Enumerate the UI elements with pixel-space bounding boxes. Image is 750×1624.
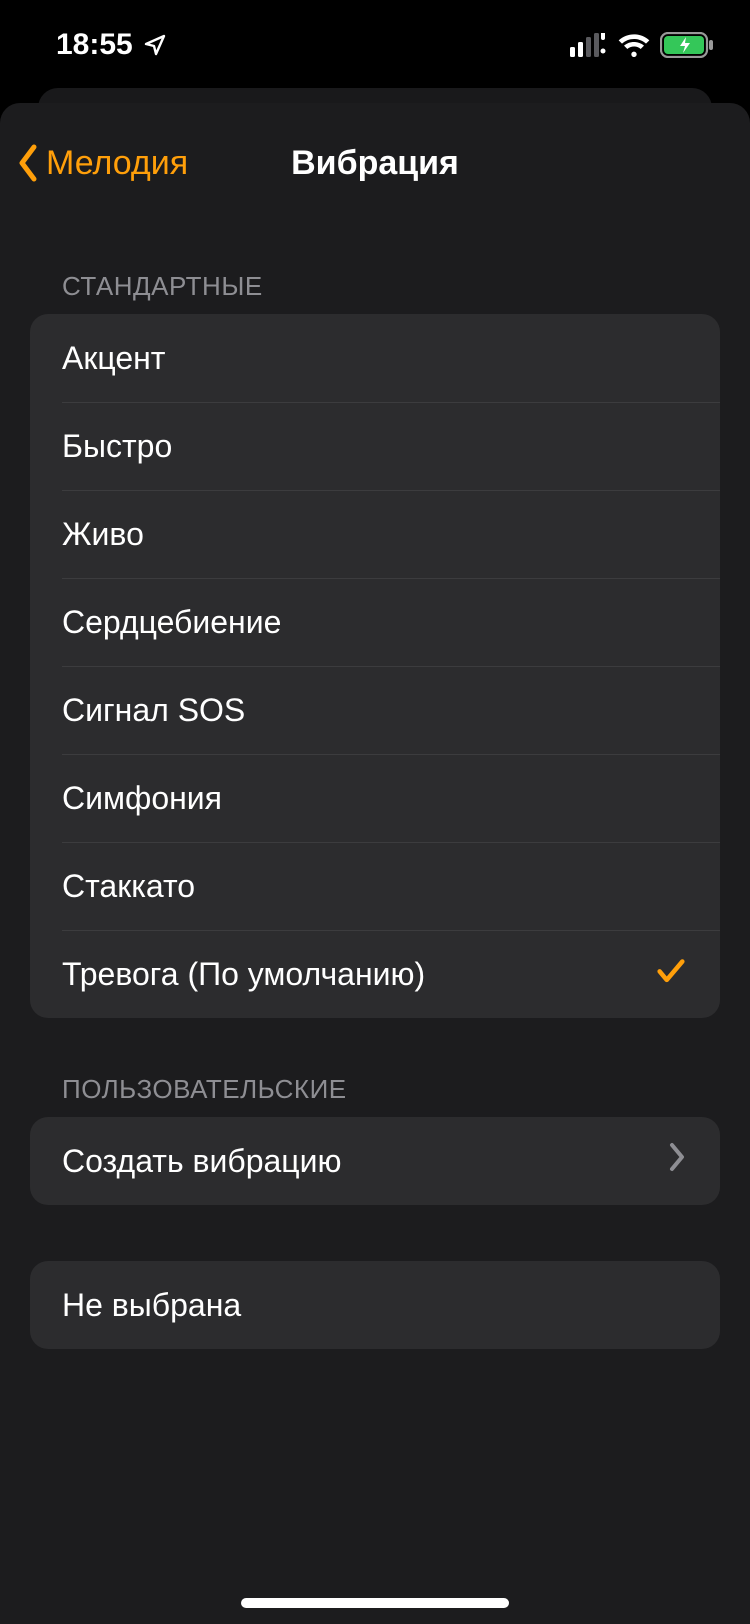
group-none: Не выбрана — [30, 1261, 720, 1349]
back-label: Мелодия — [46, 144, 188, 183]
list-item[interactable]: Не выбрана — [30, 1261, 720, 1349]
list-item-label: Сердцебиение — [62, 604, 688, 641]
cellular-icon — [570, 33, 608, 57]
content: СТАНДАРТНЫЕ Акцент Быстро Живо Сердцебиение… — [0, 207, 750, 1349]
list-item-label: Быстро — [62, 428, 688, 465]
list-item[interactable]: Сигнал SOS — [30, 666, 720, 754]
home-indicator[interactable] — [241, 1598, 509, 1608]
battery-icon — [660, 32, 714, 58]
list-item[interactable]: Живо — [30, 490, 720, 578]
section-header-custom: ПОЛЬЗОВАТЕЛЬСКИЕ — [0, 1074, 750, 1117]
status-right — [570, 32, 714, 58]
list-item-label: Стаккато — [62, 868, 688, 905]
group-standard: Акцент Быстро Живо Сердцебиение Сигнал SOS Си… — [30, 314, 720, 1018]
status-left: 18:55 — [56, 28, 167, 62]
status-bar: 18:55 — [0, 0, 750, 90]
location-icon — [143, 33, 167, 57]
list-item[interactable]: Тревога (По умолчанию) — [30, 930, 720, 1018]
list-item-label: Тревога (По умолчанию) — [62, 956, 654, 993]
list-item[interactable]: Симфония — [30, 754, 720, 842]
group-custom: Создать вибрацию — [30, 1117, 720, 1205]
back-button[interactable]: Мелодия — [0, 143, 188, 183]
list-item-label: Создать вибрацию — [62, 1143, 668, 1180]
list-item[interactable]: Стаккато — [30, 842, 720, 930]
list-item-label: Симфония — [62, 780, 688, 817]
list-item[interactable]: Создать вибрацию — [30, 1117, 720, 1205]
status-time: 18:55 — [56, 28, 133, 62]
list-item-label: Акцент — [62, 340, 688, 377]
list-item[interactable]: Быстро — [30, 402, 720, 490]
nav-bar: Мелодия Вибрация — [0, 119, 750, 207]
list-item[interactable]: Акцент — [30, 314, 720, 402]
list-item[interactable]: Сердцебиение — [30, 578, 720, 666]
settings-sheet: Мелодия Вибрация СТАНДАРТНЫЕ Акцент Быстр… — [0, 103, 750, 1624]
list-item-label: Живо — [62, 516, 688, 553]
wifi-icon — [618, 33, 650, 57]
list-item-label: Не выбрана — [62, 1287, 688, 1324]
section-header-standard: СТАНДАРТНЫЕ — [0, 271, 750, 314]
list-item-label: Сигнал SOS — [62, 692, 688, 729]
chevron-right-icon — [668, 1141, 688, 1181]
checkmark-icon — [654, 953, 688, 995]
chevron-left-icon — [16, 143, 40, 183]
